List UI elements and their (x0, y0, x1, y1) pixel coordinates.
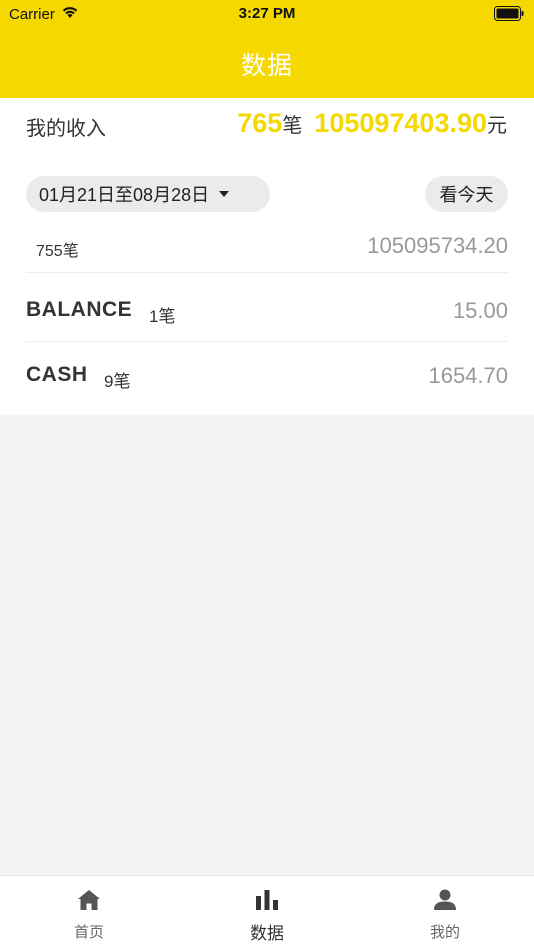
status-bar: Carrier 3:27 PM (0, 0, 534, 30)
status-time: 3:27 PM (238, 5, 296, 22)
payment-method-row[interactable]: CASH 9笔 1654.70 (26, 343, 508, 407)
income-amount-unit: 元 (487, 115, 507, 137)
detail-count: 755笔 (36, 243, 79, 260)
method-name: BALANCE (26, 298, 133, 321)
detail-amount: 105095734.20 (367, 233, 508, 258)
income-count: 765 (237, 108, 283, 138)
income-card: 我的收入 765 笔 105097403.90 元 01月21日至08月28日 … (0, 98, 534, 415)
income-count-unit: 笔 (282, 115, 303, 137)
battery-icon (494, 6, 524, 21)
method-name: CASH (26, 363, 88, 386)
income-summary: 765 笔 105097403.90 元 (237, 108, 507, 139)
method-amount: 1654.70 (428, 363, 508, 388)
list-item[interactable]: 755笔 105095734.20 (26, 223, 508, 273)
date-range-label: 01月21日至08月28日 (39, 185, 210, 205)
method-count: 9笔 (104, 372, 131, 391)
income-label: 我的收入 (26, 118, 106, 140)
user-icon (433, 888, 457, 912)
income-amount: 105097403.90 (314, 108, 487, 138)
header: Carrier 3:27 PM 数据 (0, 0, 534, 98)
method-amount: 15.00 (452, 298, 508, 323)
tab-home-label: 首页 (73, 924, 104, 941)
tab-profile[interactable]: 我的 (356, 876, 534, 950)
payment-method-row[interactable]: BALANCE 1笔 15.00 (26, 278, 508, 342)
tab-profile-label: 我的 (429, 924, 460, 941)
tab-bar: 首页 数据 我的 (0, 875, 534, 950)
method-count: 1笔 (149, 307, 176, 326)
date-range-picker[interactable]: 01月21日至08月28日 (26, 176, 270, 212)
tab-data-label: 数据 (250, 924, 284, 943)
filter-row: 01月21日至08月28日 看今天 (0, 176, 534, 212)
income-summary-row: 我的收入 765 笔 105097403.90 元 (0, 98, 534, 158)
caret-down-icon (219, 191, 230, 197)
page-title: 数据 (240, 52, 293, 80)
home-icon (77, 888, 101, 912)
bar-chart-icon (255, 888, 279, 912)
tab-home[interactable]: 首页 (0, 876, 178, 950)
tab-data[interactable]: 数据 (178, 876, 356, 950)
today-button[interactable]: 看今天 (425, 176, 508, 212)
